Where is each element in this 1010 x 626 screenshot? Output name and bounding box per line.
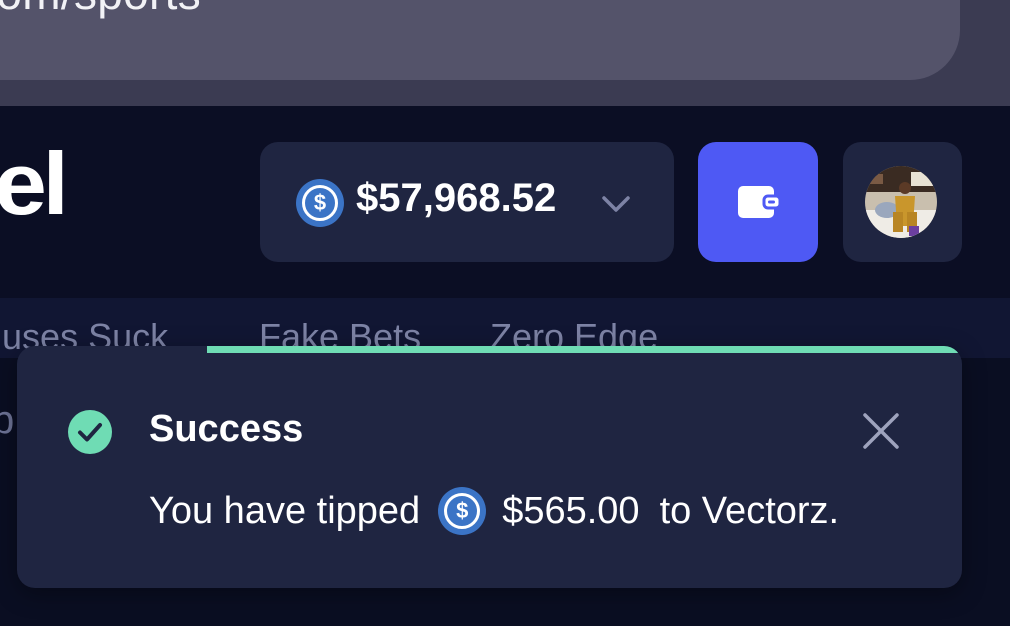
toast-message-prefix: You have tipped bbox=[149, 489, 421, 532]
page-content-fragment: p bbox=[0, 398, 15, 442]
wallet-button[interactable] bbox=[698, 142, 818, 262]
chevron-down-icon bbox=[602, 196, 630, 212]
url-text[interactable]: .com/sports bbox=[0, 0, 201, 20]
profile-button[interactable] bbox=[843, 142, 962, 262]
success-toast: Success You have tipped $ $565.00 to Vec… bbox=[17, 346, 962, 588]
toast-message-suffix: to Vectorz. bbox=[659, 489, 840, 532]
browser-toolbar: .com/sports bbox=[0, 0, 1010, 106]
usdc-coin-icon: $ bbox=[438, 487, 487, 535]
toast-message: You have tipped $ $565.00 to Vectorz. bbox=[149, 486, 839, 536]
site-logo[interactable]: el bbox=[0, 140, 69, 228]
usdc-coin-icon: $ bbox=[296, 179, 344, 227]
close-icon[interactable] bbox=[859, 409, 903, 453]
balance-amount: $57,968.52 bbox=[356, 176, 557, 220]
toast-progress-bar bbox=[207, 346, 962, 353]
toast-title: Success bbox=[149, 408, 304, 450]
user-avatar bbox=[865, 166, 937, 238]
tip-amount: $565.00 bbox=[502, 489, 640, 532]
address-bar[interactable]: .com/sports bbox=[0, 0, 960, 80]
wallet-icon bbox=[738, 186, 782, 218]
check-circle-icon bbox=[68, 410, 112, 454]
balance-dropdown[interactable]: $ $57,968.52 bbox=[260, 142, 674, 262]
